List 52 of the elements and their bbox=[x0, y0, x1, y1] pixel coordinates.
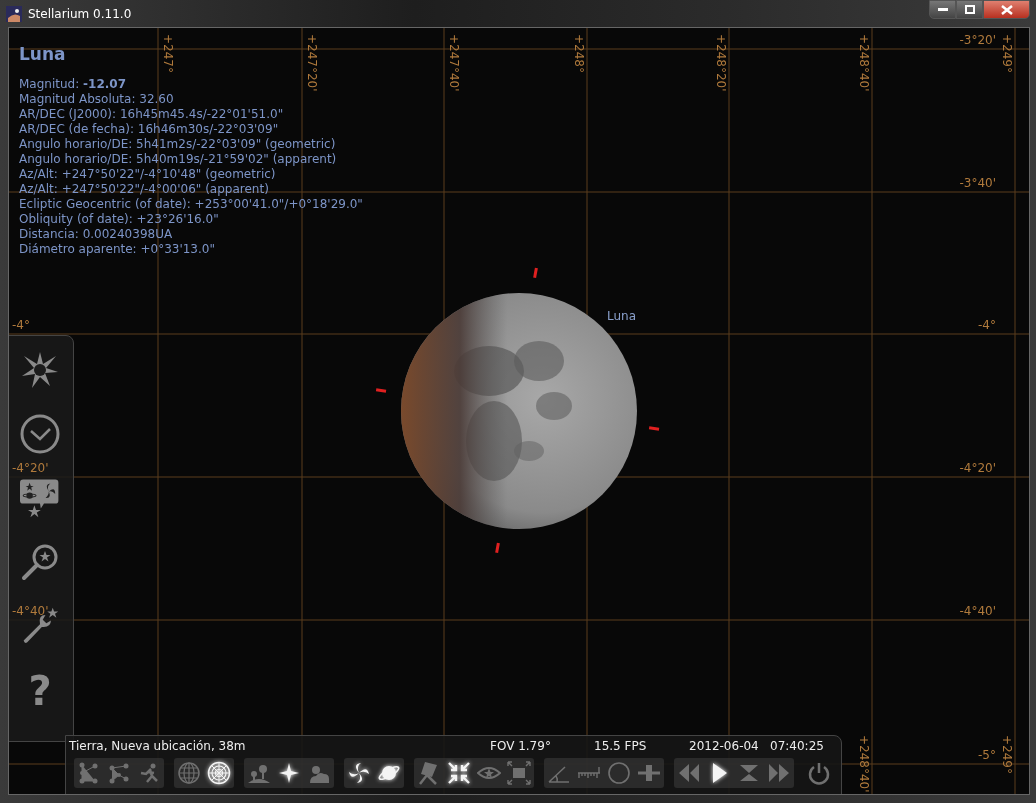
longitude-label: +248°40' bbox=[857, 34, 870, 92]
minimize-icon bbox=[937, 7, 948, 12]
minimize-button[interactable] bbox=[929, 0, 956, 19]
info-line: Ecliptic Geocentric (of date): +253°00'41.0"/+0°18'29.0" bbox=[19, 197, 363, 212]
help-button[interactable]: ? bbox=[28, 670, 52, 712]
latitude-label: -4° bbox=[12, 319, 30, 332]
location-text: Tierra, Nueva ubicación, 38m bbox=[69, 738, 247, 754]
object-name: Luna bbox=[19, 43, 66, 65]
info-line: Obliquity (of date): +23°26'16.0" bbox=[19, 212, 220, 227]
longitude-label: +247° bbox=[161, 34, 174, 73]
app-icon bbox=[6, 5, 22, 22]
maximize-button[interactable] bbox=[956, 0, 983, 19]
date-text: 2012-06-04 bbox=[689, 738, 760, 754]
latitude-label: -5° bbox=[978, 749, 996, 762]
target-marker bbox=[375, 388, 387, 394]
longitude-label: +248°40' bbox=[857, 735, 870, 793]
latitude-label: -3°40' bbox=[959, 177, 996, 190]
longitude-label: +249° bbox=[1000, 34, 1013, 73]
latitude-label: -4°20' bbox=[12, 462, 49, 475]
info-line: AR/DEC (J2000): 16h45m45.4s/-22°01'51.0" bbox=[19, 107, 285, 122]
close-icon bbox=[1000, 4, 1013, 15]
info-line: Angulo horario/DE: 5h40m19s/-21°59'02" (apparent) bbox=[19, 152, 338, 167]
target-marker bbox=[648, 426, 660, 432]
info-line: Az/Alt: +247°50'22"/-4°10'48" (geometric) bbox=[19, 167, 277, 182]
longitude-label: +247°40' bbox=[447, 34, 460, 92]
latitude-label: -4°40' bbox=[959, 605, 996, 618]
window-title: Stellarium 0.11.0 bbox=[28, 6, 132, 21]
sky-objects-icon[interactable] bbox=[20, 478, 60, 518]
latitude-label: -4° bbox=[978, 319, 996, 332]
clock-icon[interactable] bbox=[20, 414, 60, 454]
time-text: 07:40:25 bbox=[770, 738, 825, 754]
fov-text: FOV 1.79° bbox=[490, 738, 552, 754]
info-line: Magnitud Absoluta: 32.60 bbox=[19, 92, 175, 107]
longitude-label: +248°20' bbox=[714, 34, 727, 92]
longitude-label: +248° bbox=[572, 34, 585, 73]
info-line: Distancia: 0.00240398UA bbox=[19, 227, 174, 242]
info-line: AR/DEC (de fecha): 16h46m30s/-22°03'09" bbox=[19, 122, 280, 137]
latitude-label: -3°20' bbox=[959, 34, 996, 47]
latitude-label: -4°40' bbox=[12, 605, 49, 618]
longitude-label: +247°20' bbox=[305, 34, 318, 92]
info-line: Diámetro aparente: +0°33'13.0" bbox=[19, 242, 216, 257]
fps-text: 15.5 FPS bbox=[594, 738, 648, 754]
longitude-label: +249° bbox=[1000, 735, 1013, 774]
search-icon[interactable] bbox=[20, 542, 60, 582]
info-line: Az/Alt: +247°50'22"/-4°00'06" (apparent) bbox=[19, 182, 270, 197]
target-marker bbox=[533, 267, 539, 279]
object-label: Luna bbox=[607, 309, 637, 323]
target-marker bbox=[495, 542, 501, 554]
info-line: Angulo horario/DE: 5h41m2s/-22°03'09" (geometric) bbox=[19, 137, 337, 152]
close-button[interactable] bbox=[983, 0, 1030, 19]
maximize-icon bbox=[964, 5, 975, 14]
latitude-label: -4°20' bbox=[959, 462, 996, 475]
